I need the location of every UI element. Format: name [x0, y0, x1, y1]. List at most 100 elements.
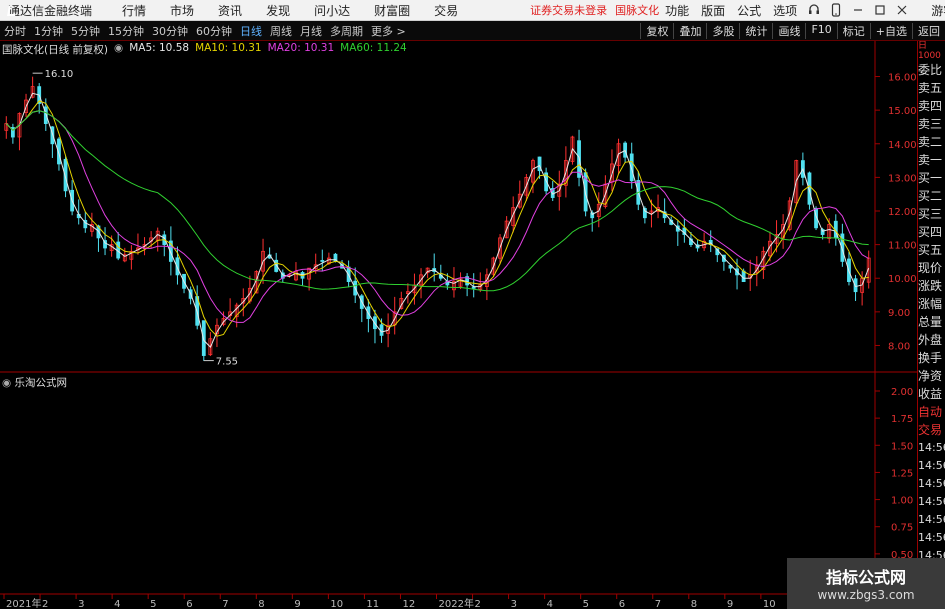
chart-tools: 复权 叠加 多股 统计 画线 F10 标记 +自选 返回 [640, 22, 945, 39]
minimize-icon[interactable] [847, 1, 869, 19]
menu-item-trade[interactable]: 交易 [422, 2, 470, 19]
quote-field-label: 卖二 [918, 135, 943, 149]
time-tick-label: 6 [619, 599, 625, 609]
tool-draw-line-button[interactable]: 画线 [772, 22, 805, 39]
quote-field-label: 现价 [918, 261, 943, 275]
close-icon[interactable] [891, 1, 913, 19]
phone-icon[interactable] [825, 1, 847, 19]
candle-body [471, 286, 476, 289]
period-tab-1min[interactable]: 1分钟 [30, 23, 67, 39]
period-tab-intraday[interactable]: 分时 [0, 23, 30, 39]
time-axis: 2021年234567891011122022年23456789101112 [3, 594, 848, 609]
current-stock-name: 国脉文化 [615, 4, 660, 17]
watermark-url: www.zbgs3.com [817, 588, 915, 602]
time-tick-label: 12 [402, 599, 415, 609]
chart-grid [0, 41, 917, 609]
menu-item-wealth[interactable]: 财富圈 [362, 2, 422, 19]
quote-field-label: 委比 [918, 63, 943, 77]
time-tick-label: 3 [511, 599, 517, 609]
guest-user-label[interactable]: 游客 [925, 2, 945, 19]
time-tick-label: 2021年 [6, 597, 41, 609]
period-tab-monthly[interactable]: 月线 [296, 23, 326, 39]
time-tick-label: 2 [42, 599, 48, 609]
period-tab-more[interactable]: 更多 > [367, 23, 410, 39]
time-tick-label: 9 [294, 599, 300, 609]
menu-item-market[interactable]: 市场 [158, 2, 206, 19]
trade-login-notice[interactable]: 证券交易未登录 [530, 2, 607, 18]
period-tab-multi[interactable]: 多周期 [326, 23, 367, 39]
period-tab-5min[interactable]: 5分钟 [67, 23, 104, 39]
tool-add-watchlist-button[interactable]: +自选 [869, 22, 912, 39]
time-tick-label: 5 [150, 599, 156, 609]
ma10-value: MA10: 10.31 [195, 42, 262, 54]
indicator-panel-title: ◉ 乐淘公式网 [2, 375, 67, 390]
quote-field-label: 买二 [918, 189, 943, 203]
time-tick-label: 7 [222, 599, 228, 609]
indicator-tick-label: 2.00 [891, 387, 913, 398]
indicator-name: 乐淘公式网 [14, 377, 68, 389]
quote-panel-header: 日 1000 [918, 41, 941, 61]
price-tick-label: 9.00 [888, 308, 910, 319]
tool-multi-stock-button[interactable]: 多股 [706, 22, 739, 39]
period-tab-15min[interactable]: 15分钟 [104, 23, 148, 39]
ma60-value: MA60: 11.24 [340, 42, 407, 54]
time-tick-label: 10 [763, 599, 776, 609]
period-tabs: 分时 1分钟 5分钟 15分钟 30分钟 60分钟 日线 周线 月线 多周期 更… [0, 23, 410, 39]
time-tick-label: 3 [78, 599, 84, 609]
quote-field-label: 涨跌 [918, 279, 943, 293]
tool-mark-button[interactable]: 标记 [836, 22, 870, 39]
quote-field-label: 买四 [918, 225, 943, 239]
menu-item-ask[interactable]: 问小达 [302, 2, 362, 19]
time-tick-label: 2022年 [439, 597, 474, 609]
period-tab-weekly[interactable]: 周线 [266, 23, 296, 39]
ma20-line [5, 110, 869, 323]
quote-field-label: 买三 [918, 207, 943, 221]
indicator-tick-label: 1.25 [891, 468, 913, 479]
ma10-line [5, 100, 869, 337]
tool-statistics-button[interactable]: 统计 [739, 22, 772, 39]
quote-field-label: 外盘 [918, 333, 943, 347]
candle-body [320, 260, 325, 262]
tool-overlay-button[interactable]: 叠加 [673, 22, 706, 39]
ma60-line [5, 110, 869, 292]
indicator-tick-label: 0.75 [891, 523, 913, 534]
period-tab-30min[interactable]: 30分钟 [148, 23, 192, 39]
chevron-down-icon[interactable]: ◉ [2, 377, 11, 389]
quote-field-label: 14:56 [918, 459, 945, 472]
quote-field-label: 14:56 [918, 495, 945, 508]
menu-item-formula[interactable]: 公式 [731, 2, 767, 19]
time-tick-label: 8 [691, 599, 697, 609]
indicator-tick-label: 1.00 [891, 496, 913, 507]
menu-item-news[interactable]: 资讯 [206, 2, 254, 19]
quote-field-label: 买五 [918, 243, 943, 257]
kline-chart[interactable]: 16.00 15.00 14.00 13.00 12.00 11.00 10.00 9.00 8… [0, 41, 917, 609]
time-tick-label: 4 [547, 599, 553, 609]
tool-adjust-button[interactable]: 复权 [640, 22, 673, 39]
candle-body [201, 320, 206, 356]
tool-f10-button[interactable]: F10 [805, 22, 836, 39]
menu-item-layout[interactable]: 版面 [695, 2, 731, 19]
chart-legend: 国脉文化(日线 前复权) ◉ MA5: 10.58 MA10: 10.31 MA… [2, 42, 407, 57]
time-tick-label: 10 [330, 599, 343, 609]
watermark-title: 指标公式网 [825, 568, 906, 587]
quote-field-label: 卖三 [918, 117, 943, 131]
period-tab-60min[interactable]: 60分钟 [192, 23, 236, 39]
low-label: 7.55 [216, 357, 238, 368]
indicator-tick-label: 1.75 [891, 414, 913, 425]
right-menu: 功能 版面 公式 选项 游客 [659, 1, 945, 19]
quote-field-label: 14:56 [918, 513, 945, 526]
menu-item-options[interactable]: 选项 [767, 2, 803, 19]
period-tab-daily[interactable]: 日线 [236, 23, 266, 39]
maximize-icon[interactable] [869, 1, 891, 19]
price-tick-label: 15.00 [888, 106, 917, 117]
menu-item-quotes[interactable]: 行情 [110, 2, 158, 19]
headset-icon[interactable] [803, 1, 825, 19]
settings-icon[interactable]: ◉ [114, 42, 123, 57]
tool-back-button[interactable]: 返回 [912, 22, 945, 39]
high-label: 16.10 [45, 69, 74, 80]
quote-field-label: 交易 [918, 423, 943, 437]
quote-field-label: 买一 [918, 171, 943, 185]
menu-item-function[interactable]: 功能 [659, 2, 695, 19]
time-tick-label: 2 [475, 599, 481, 609]
menu-item-discover[interactable]: 发现 [254, 2, 302, 19]
